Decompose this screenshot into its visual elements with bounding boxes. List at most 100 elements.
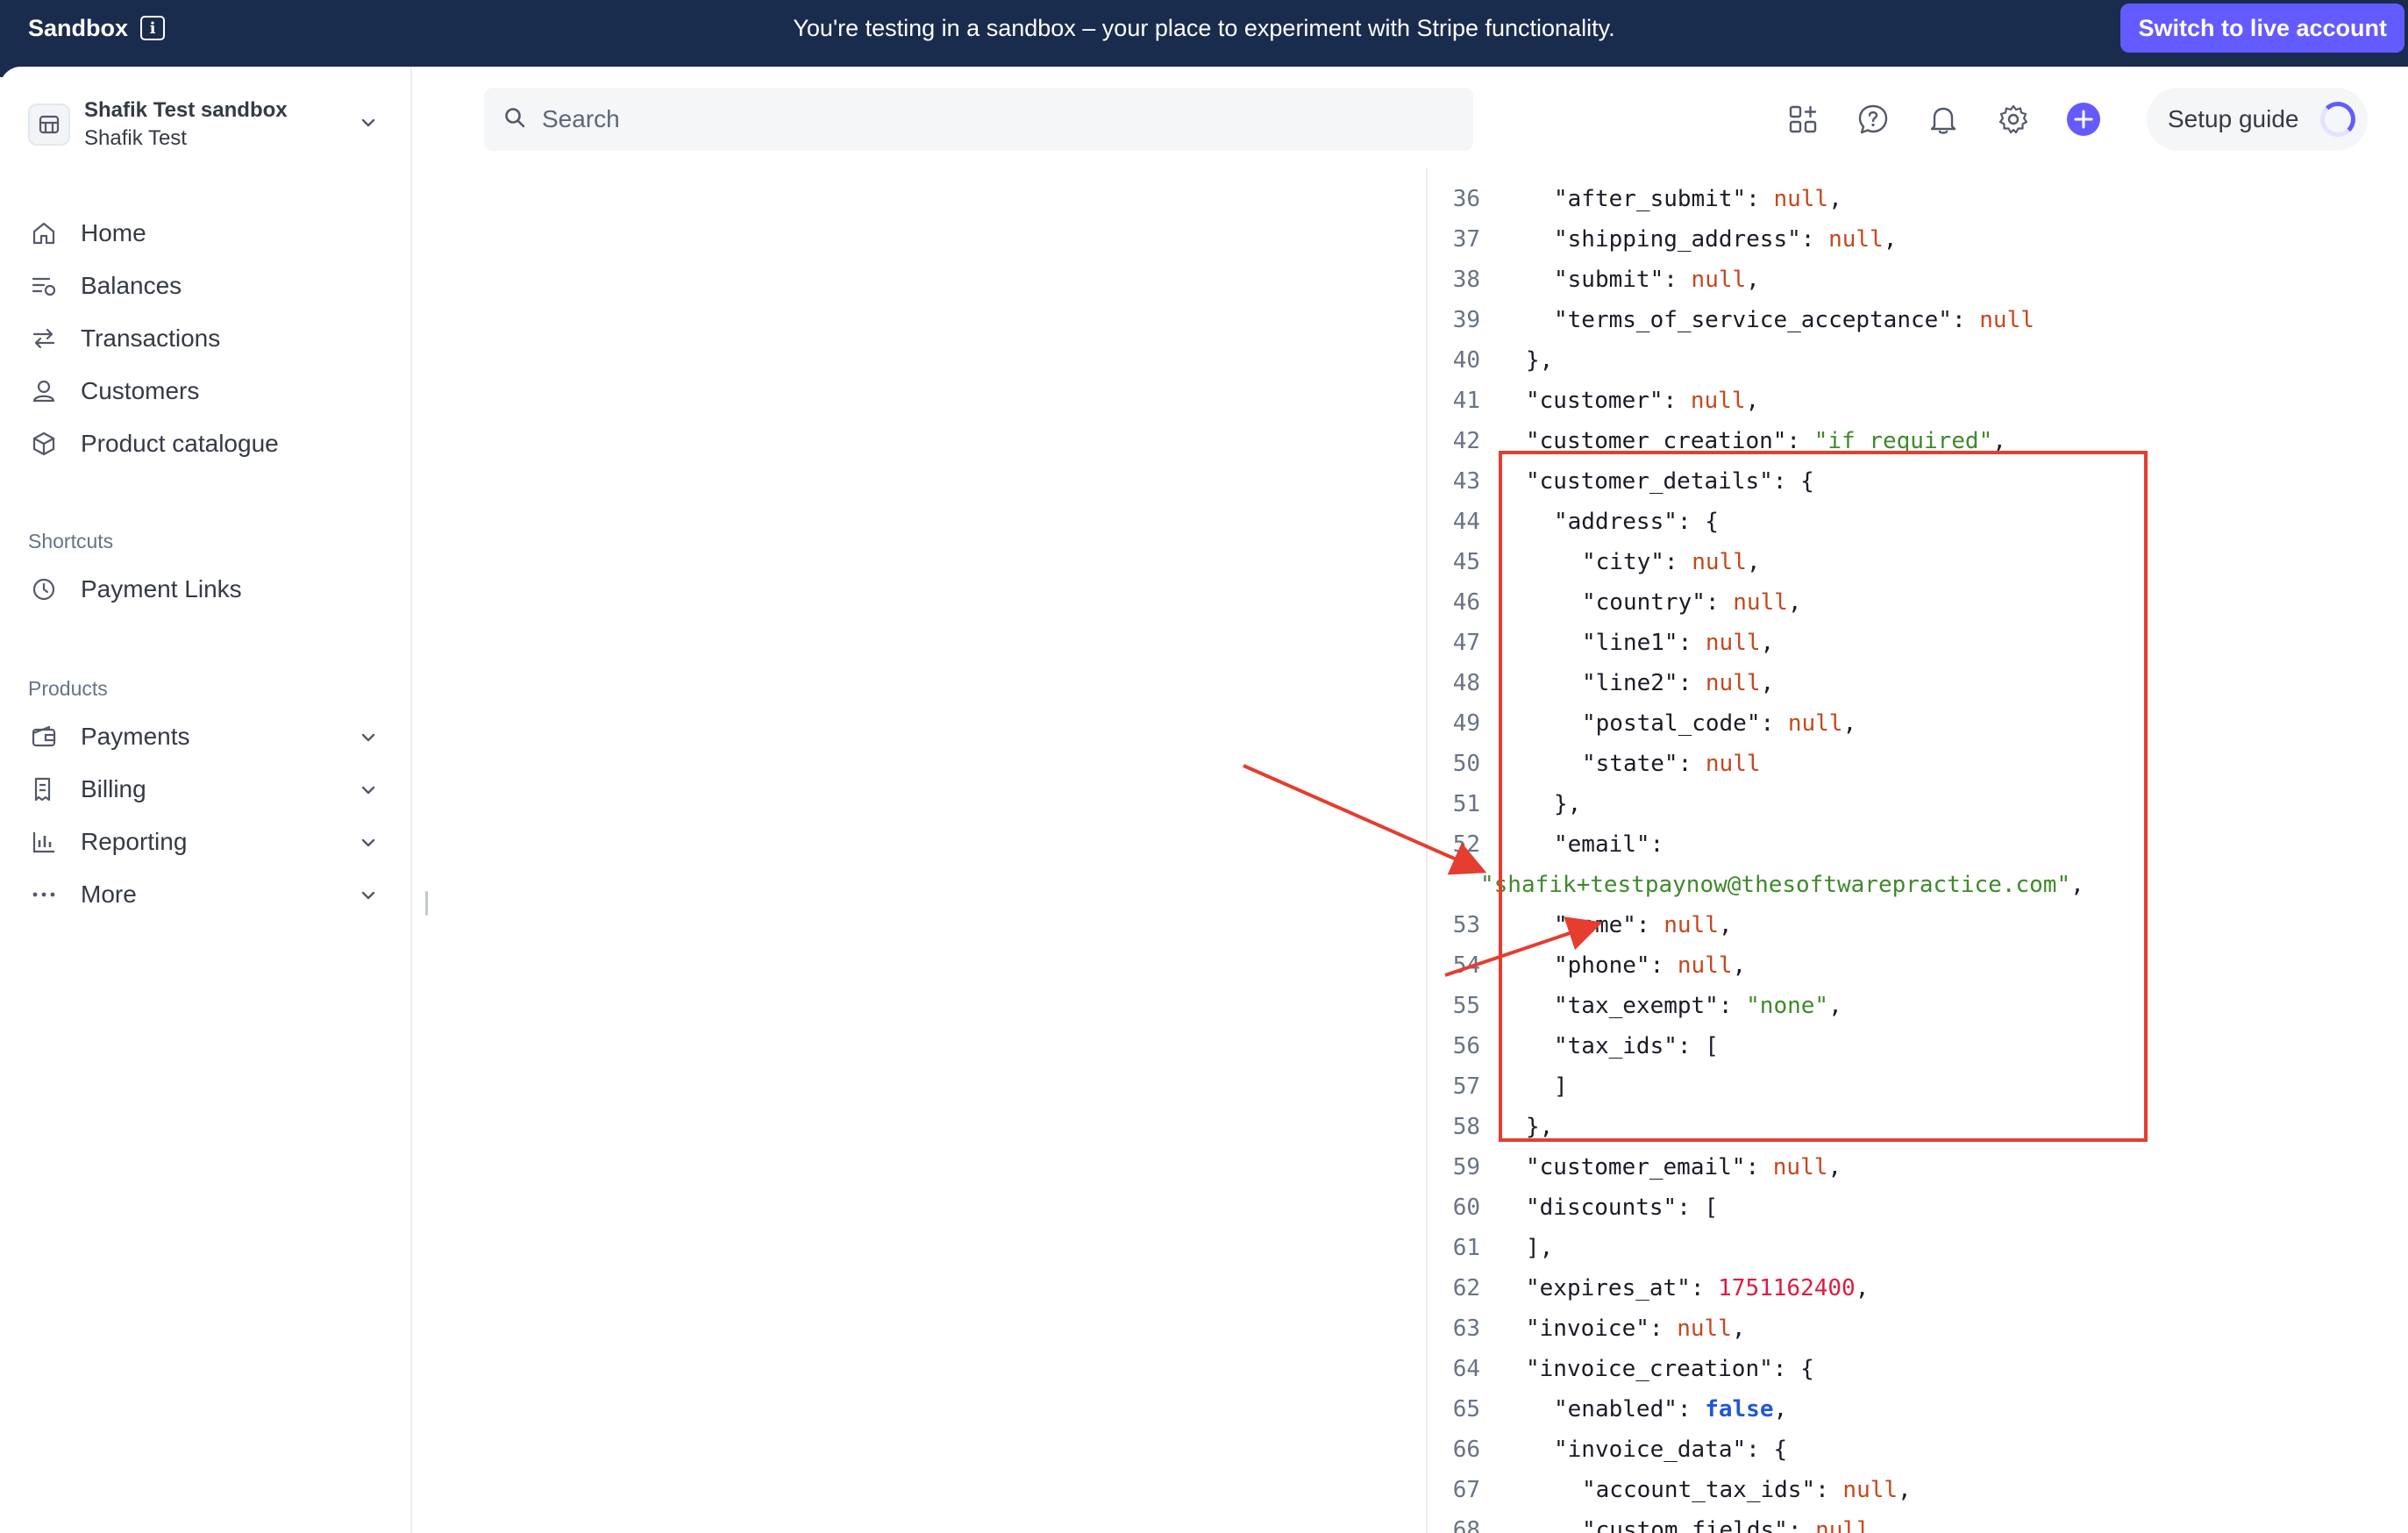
- plus-icon[interactable]: [2061, 96, 2106, 142]
- search-icon: [503, 106, 526, 133]
- sidebar-item-label: Payments: [81, 723, 190, 750]
- code-token: "shipping_address": [1554, 226, 1801, 253]
- gear-icon[interactable]: [1991, 96, 2036, 142]
- code-token: "customer_email": [1526, 1154, 1746, 1180]
- code-content: "terms_of_service_acceptance": null: [1554, 300, 2034, 340]
- customers-icon: [28, 375, 60, 407]
- sidebar-item-customers[interactable]: Customers: [28, 365, 379, 417]
- code-token: "after_submit": [1554, 186, 1747, 212]
- line-number: 49: [1452, 710, 1480, 737]
- code-token: :: [1745, 1154, 1773, 1180]
- progress-ring-icon: [2320, 102, 2355, 137]
- code-content: "account_tax_ids": null,: [1582, 1470, 1912, 1510]
- sidebar-item-label: Payment Links: [81, 575, 242, 603]
- account-icon: [28, 103, 70, 146]
- line-number: 67: [1452, 1477, 1480, 1503]
- sandbox-label: Sandbox: [28, 14, 129, 41]
- wallet-icon: [28, 721, 60, 752]
- account-switcher[interactable]: Shafik Test sandbox Shafik Test: [28, 91, 379, 158]
- code-content: "enabled": false,: [1554, 1389, 1787, 1430]
- sidebar-item-label: Billing: [81, 775, 146, 802]
- code-content: "invoice_creation": {: [1526, 1349, 1814, 1389]
- sidebar-item-payment-links[interactable]: Payment Links: [28, 563, 379, 616]
- info-icon[interactable]: i: [140, 16, 166, 40]
- code-line: 37 "shipping_address": null,: [1428, 219, 2408, 260]
- code-line: 64 "invoice_creation": {: [1428, 1349, 2408, 1389]
- sidebar-item-transactions[interactable]: Transactions: [28, 312, 379, 365]
- help-icon[interactable]: [1850, 96, 1896, 142]
- chevron-down-icon: [358, 779, 379, 807]
- code-content: "customer_email": null,: [1526, 1147, 1842, 1187]
- code-line: 65 "enabled": false,: [1428, 1389, 2408, 1430]
- code-token: :: [1690, 1275, 1719, 1301]
- sidebar-item-label: Home: [81, 219, 146, 246]
- code-token: ,: [1883, 226, 1898, 253]
- account-name: Shafik Test sandbox: [84, 98, 288, 122]
- sidebar-item-product-catalogue[interactable]: Product catalogue: [28, 417, 379, 470]
- code-content: "discounts": [: [1526, 1187, 1718, 1228]
- code-content: ],: [1526, 1228, 1553, 1268]
- code-content: "custom_fields": null,: [1582, 1510, 1884, 1533]
- code-token: ,: [1898, 1477, 1912, 1503]
- code-token: :: [1746, 186, 1774, 212]
- search-input[interactable]: Search: [484, 88, 1473, 151]
- code-token: ,: [1855, 1275, 1870, 1301]
- code-line: 62 "expires_at": 1751162400,: [1428, 1268, 2408, 1308]
- balances-icon: [28, 270, 60, 302]
- setup-guide-button[interactable]: Setup guide: [2147, 88, 2368, 151]
- sidebar-item-balances[interactable]: Balances: [28, 260, 379, 312]
- line-number: 39: [1452, 307, 1480, 333]
- code-token: null: [1815, 1517, 1870, 1533]
- code-content: "invoice": null,: [1526, 1308, 1745, 1349]
- code-token: "account_tax_ids": [1582, 1477, 1816, 1503]
- line-number: 45: [1452, 549, 1480, 575]
- code-token: null: [1842, 1477, 1899, 1503]
- code-token: null: [1691, 267, 1747, 293]
- sidebar-item-more[interactable]: More: [28, 868, 379, 921]
- sidebar-item-label: More: [81, 881, 137, 908]
- code-token: "expires_at": [1526, 1275, 1691, 1301]
- line-number: 65: [1452, 1396, 1480, 1422]
- code-line: 68 "custom_fields": null,: [1428, 1510, 2408, 1533]
- line-number: 51: [1452, 791, 1480, 817]
- code-token: null: [1690, 388, 1746, 414]
- apps-icon[interactable]: [1780, 96, 1826, 142]
- switch-to-live-button[interactable]: Switch to live account: [2120, 4, 2404, 53]
- sidebar-item-home[interactable]: Home: [28, 207, 379, 260]
- code-token: "terms_of_service_acceptance": [1554, 307, 1952, 333]
- line-number: 62: [1452, 1275, 1480, 1301]
- code-token: :: [1815, 1477, 1843, 1503]
- sidebar-item-label: Balances: [81, 272, 182, 299]
- code-token: "customer": [1526, 388, 1664, 414]
- line-number: 46: [1452, 589, 1480, 616]
- line-number: 68: [1452, 1517, 1480, 1533]
- main-nav: Home Balances Transactions Customers Pro…: [28, 207, 379, 470]
- chevron-down-icon: [358, 884, 379, 912]
- code-token: :: [1951, 307, 1980, 333]
- code-token: :: [1677, 1396, 1706, 1422]
- bell-icon[interactable]: [1920, 96, 1966, 142]
- line-number: 57: [1452, 1073, 1480, 1100]
- sidebar-item-reporting[interactable]: Reporting: [28, 816, 379, 868]
- line-number: 40: [1452, 347, 1480, 374]
- sidebar-item-label: Product catalogue: [81, 430, 279, 457]
- line-number: 44: [1452, 509, 1480, 535]
- code-token: null: [1772, 1154, 1828, 1180]
- line-number: 58: [1452, 1114, 1480, 1140]
- code-token: :: [1787, 1517, 1816, 1533]
- code-token: "discounts": [1526, 1194, 1678, 1221]
- code-token: "invoice": [1526, 1316, 1649, 1342]
- line-number: 61: [1452, 1235, 1480, 1261]
- code-token: false: [1705, 1396, 1774, 1422]
- line-number: 36: [1452, 186, 1480, 212]
- home-icon: [28, 217, 60, 249]
- sidebar-resize-handle[interactable]: [425, 891, 428, 916]
- clock-icon: [28, 574, 60, 605]
- line-number: 55: [1452, 993, 1480, 1019]
- chevron-down-icon: [358, 831, 379, 859]
- code-token: ,: [1731, 1316, 1746, 1342]
- shortcuts-nav: Payment Links: [28, 563, 379, 616]
- sidebar-item-billing[interactable]: Billing: [28, 763, 379, 816]
- chevron-down-icon: [358, 112, 379, 138]
- sidebar-item-payments[interactable]: Payments: [28, 710, 379, 763]
